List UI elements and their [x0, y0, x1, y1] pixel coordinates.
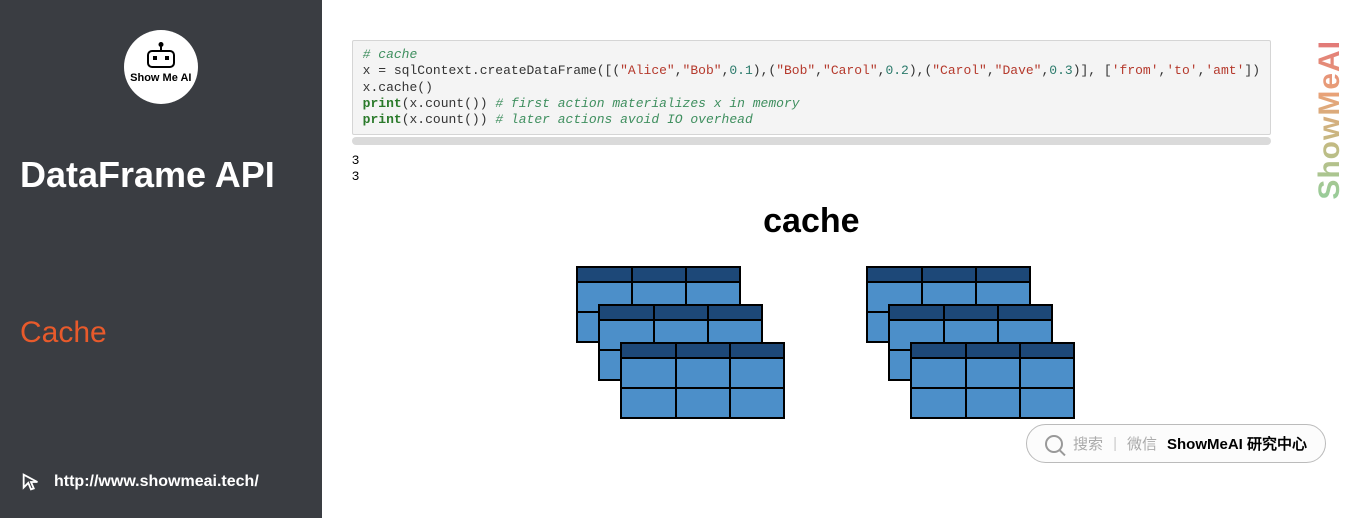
horizontal-scrollbar[interactable]: [352, 137, 1271, 145]
code-comment: # cache: [363, 47, 418, 62]
diagram-area: [352, 266, 1271, 426]
code-line-4: print(x.count()) # first action material…: [363, 96, 1260, 112]
main-content: # cache x = sqlContext.createDataFrame([…: [322, 0, 1361, 518]
robot-icon: [147, 50, 175, 68]
search-pill[interactable]: 搜索 | 微信 ShowMeAI 研究中心: [1026, 424, 1326, 463]
output-line-2: 3: [352, 169, 1271, 185]
sidebar-subtitle: Cache: [20, 316, 302, 350]
table-stack-right: [866, 266, 1046, 426]
search-hint-2: 微信: [1127, 433, 1157, 454]
sidebar: Show Me AI DataFrame API Cache http://ww…: [0, 0, 322, 518]
search-hint-1: 搜索: [1073, 433, 1103, 454]
footer-url[interactable]: http://www.showmeai.tech/: [54, 473, 259, 491]
code-line-2: x = sqlContext.createDataFrame([("Alice"…: [363, 63, 1260, 79]
code-line-3: x.cache(): [363, 80, 1260, 96]
search-icon: [1045, 435, 1063, 453]
logo-container: Show Me AI: [20, 30, 302, 104]
logo-text: Show Me AI: [130, 72, 191, 84]
search-brand: ShowMeAI 研究中心: [1167, 433, 1307, 454]
sidebar-footer: http://www.showmeai.tech/: [20, 471, 259, 493]
watermark: ShowMeAI: [1313, 40, 1347, 200]
code-block: # cache x = sqlContext.createDataFrame([…: [352, 40, 1271, 135]
cursor-icon: [20, 471, 42, 493]
separator-icon: |: [1113, 435, 1117, 452]
table-stack-left: [576, 266, 756, 426]
output-line-1: 3: [352, 153, 1271, 169]
code-line-5: print(x.count()) # later actions avoid I…: [363, 112, 1260, 128]
data-table-icon: [620, 342, 785, 419]
output-block: 3 3: [352, 153, 1271, 184]
sidebar-title: DataFrame API: [20, 154, 302, 196]
section-heading: cache: [352, 202, 1271, 241]
data-table-icon: [910, 342, 1075, 419]
logo: Show Me AI: [124, 30, 198, 104]
